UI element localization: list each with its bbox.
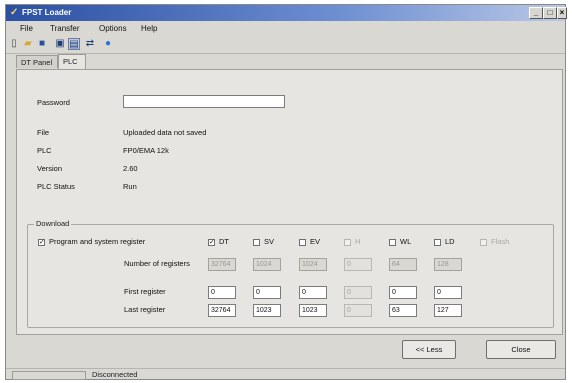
open-icon[interactable]: ▰ (22, 38, 34, 50)
new-icon[interactable]: ▯ (8, 38, 20, 50)
h-last-field: 0 (344, 304, 372, 317)
download-group: Download ✓ Program and system register ✓… (27, 219, 554, 328)
help-icon[interactable]: ● (102, 38, 114, 50)
plc-value: FP0/EMA 12k (123, 146, 169, 155)
plc-status-value: Run (123, 182, 137, 191)
transfer-icon[interactable]: ⇄ (84, 38, 96, 50)
flash-label: Flash (491, 237, 510, 246)
ev-last-input[interactable] (299, 304, 327, 317)
ld-label: LD (445, 237, 455, 246)
version-value: 2.60 (123, 164, 138, 173)
wl-first-input[interactable] (389, 286, 417, 299)
fpst-loader-window: ✓ FPST Loader _ □ × File Transfer Option… (5, 4, 567, 381)
dt-label: DT (219, 237, 229, 246)
first-register-label: First register (124, 287, 166, 296)
ev-checkbox[interactable] (299, 239, 306, 246)
close-button[interactable]: Close (486, 340, 556, 359)
minimize-button[interactable]: _ (529, 7, 543, 19)
sv-last-input[interactable] (253, 304, 281, 317)
ev-label: EV (310, 237, 321, 246)
download-group-title: Download (34, 219, 72, 229)
file-value: Uploaded data not saved (123, 128, 207, 137)
tab-dt-panel[interactable]: DT Panel (16, 55, 58, 68)
program-checkbox[interactable]: ✓ (38, 239, 45, 246)
menu-options[interactable]: Options (99, 23, 127, 34)
wl-label: WL (400, 237, 412, 246)
sv-checkbox[interactable] (253, 239, 260, 246)
plc-status-label: PLC Status (37, 182, 75, 191)
app-icon: ✓ (10, 7, 19, 18)
ev-count-field: 1024 (299, 258, 327, 271)
status-bar: Disconnected (6, 368, 565, 381)
version-label: Version (37, 164, 63, 173)
less-button[interactable]: << Less (402, 340, 456, 359)
ld-first-input[interactable] (434, 286, 462, 299)
h-first-field: 0 (344, 286, 372, 299)
status-panel (12, 371, 86, 380)
password-input[interactable] (123, 95, 285, 108)
password-label: Password (37, 98, 70, 107)
dt-last-input[interactable] (208, 304, 236, 317)
menu-file[interactable]: File (20, 23, 33, 34)
file-label: File (37, 128, 50, 137)
wl-checkbox[interactable] (389, 239, 396, 246)
ld-count-field: 128 (434, 258, 462, 271)
plc-panel: Password File Uploaded data not saved PL… (16, 69, 563, 335)
last-register-label: Last register (124, 305, 166, 314)
count-label: Number of registers (124, 259, 190, 268)
window-title: FPST Loader (22, 8, 72, 17)
tab-plc[interactable]: PLC (58, 54, 86, 69)
wl-count-field: 64 (389, 258, 417, 271)
ev-first-input[interactable] (299, 286, 327, 299)
flash-checkbox (480, 239, 487, 246)
print-icon[interactable]: ▣ (54, 38, 66, 50)
h-count-field: 0 (344, 258, 372, 271)
dt-first-input[interactable] (208, 286, 236, 299)
h-checkbox (344, 239, 351, 246)
menu-help[interactable]: Help (141, 23, 157, 34)
ld-last-input[interactable] (434, 304, 462, 317)
close-window-button[interactable]: × (557, 7, 567, 19)
plc-label: PLC (37, 146, 52, 155)
save-icon[interactable]: ■ (36, 38, 48, 50)
h-label: H (355, 237, 361, 246)
dt-checkbox[interactable]: ✓ (208, 239, 215, 246)
program-label: Program and system register (49, 237, 146, 246)
monitor-icon[interactable]: ▤ (68, 38, 80, 50)
maximize-button[interactable]: □ (543, 7, 557, 19)
menu-bar: File Transfer Options Help (6, 22, 565, 35)
menu-transfer[interactable]: Transfer (50, 23, 80, 34)
title-bar[interactable]: ✓ FPST Loader _ □ × (6, 5, 567, 21)
sv-count-field: 1024 (253, 258, 281, 271)
wl-last-input[interactable] (389, 304, 417, 317)
sv-first-input[interactable] (253, 286, 281, 299)
connection-status: Disconnected (92, 370, 138, 379)
toolbar: ▯ ▰ ■ ▣ ▤ ⇄ ● (6, 36, 565, 54)
sv-label: SV (264, 237, 275, 246)
dt-count-field: 32764 (208, 258, 236, 271)
ld-checkbox[interactable] (434, 239, 441, 246)
